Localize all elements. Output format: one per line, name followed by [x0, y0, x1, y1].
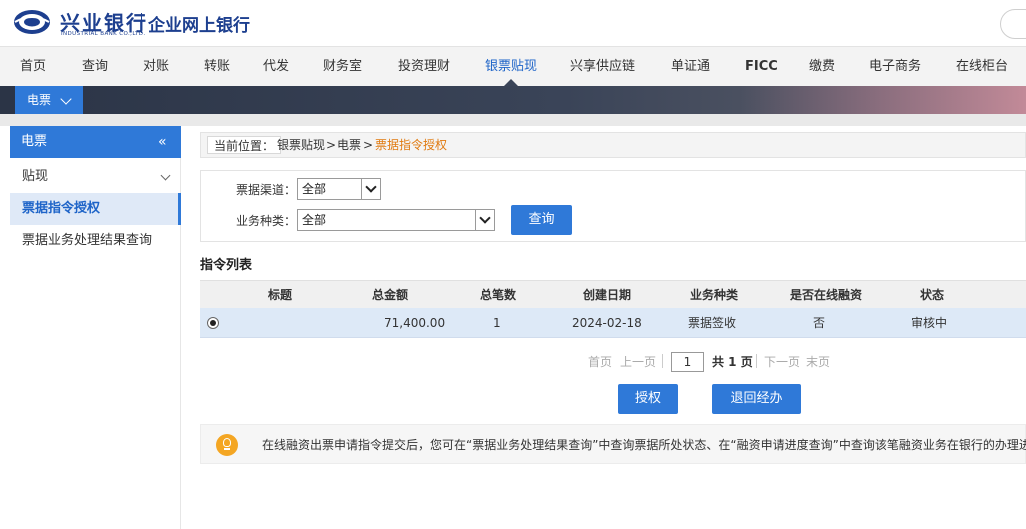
notice-text: 在线融资出票申请指令提交后，您可在“票据业务处理结果查询”中查询票据所处状态、在… [262, 438, 1026, 452]
bank-name-en: INDUSTRIAL BANK CO.,LTD. [61, 31, 146, 37]
column-header: 创建日期 [583, 288, 632, 302]
chevron-down-icon [475, 210, 494, 230]
breadcrumb-separator: > [326, 138, 337, 152]
notice-panel: 在线融资出票申请指令提交后，您可在“票据业务处理结果查询”中查询票据所处状态、在… [200, 424, 1026, 464]
pager-total: 共 1 页 [712, 355, 753, 369]
chevron-down-icon [60, 93, 72, 105]
submenu-band [0, 86, 1026, 114]
submenu-label: 电票 [27, 93, 52, 107]
pager-prev-label: 上一页 [620, 355, 657, 369]
authorize-button[interactable]: 授权 [618, 384, 678, 414]
sidebar-title: 电票 [21, 134, 48, 149]
lightbulb-icon [216, 434, 238, 456]
cell-count: 1 [493, 316, 501, 330]
return-button[interactable]: 退回经办 [712, 384, 801, 414]
page-number-input[interactable]: 1 [671, 352, 704, 372]
pager-next-label: 下一页 [764, 355, 801, 369]
cell-online-financing: 否 [813, 316, 826, 330]
breadcrumb-separator: > [363, 138, 374, 152]
nav-item-ecommerce[interactable]: 电子商务 [869, 47, 921, 87]
list-title: 指令列表 [200, 258, 253, 273]
pager-last[interactable]: 末页 [806, 353, 830, 371]
type-select-value: 全部 [302, 213, 327, 227]
channel-select-value: 全部 [302, 182, 327, 196]
nav-item-reconcile[interactable]: 对账 [143, 47, 169, 87]
bank-logo-icon [14, 10, 50, 34]
breadcrumb-current: 票据指令授权 [375, 138, 448, 152]
nav-item-investment[interactable]: 投资理财 [398, 47, 450, 87]
portal-name: 企业网上银行 [148, 16, 250, 36]
divider-strip [0, 114, 1026, 126]
column-header: 总金额 [372, 288, 409, 302]
pager-first-label: 首页 [588, 355, 613, 369]
column-header: 业务种类 [690, 288, 739, 302]
filter-panel: 票据渠道： 全部 业务种类： 全部 查询 [200, 170, 1026, 242]
pager-divider [662, 354, 663, 368]
pager-first[interactable]: 首页 [588, 353, 612, 371]
chevron-down-icon [361, 179, 380, 199]
sidebar-item-label: 票据业务处理结果查询 [22, 233, 153, 248]
sidebar: 电票 « 贴现 票据指令授权 票据业务处理结果查询 [10, 126, 181, 529]
breadcrumb-link-eticket[interactable]: 电票 [337, 133, 361, 157]
column-header: 是否在线融资 [790, 288, 863, 302]
breadcrumb-label: 当前位置： [207, 136, 282, 154]
channel-label: 票据渠道： [236, 183, 297, 197]
sidebar-item-authorization[interactable]: 票据指令授权 [10, 193, 181, 225]
column-header: 标题 [268, 288, 293, 302]
breadcrumb-link-discount[interactable]: 银票贴现 [277, 133, 325, 157]
type-select[interactable]: 全部 [297, 209, 495, 231]
pager-divider [756, 354, 757, 368]
cell-type: 票据签收 [688, 316, 737, 330]
pager-last-label: 末页 [806, 355, 831, 369]
table-row[interactable]: 71,400.00 1 2024-02-18 票据签收 否 审核中 [200, 308, 1026, 338]
nav-item-ficc[interactable]: FICC [745, 47, 778, 87]
column-header: 状态 [920, 288, 945, 302]
table-header: 标题 总金额 总笔数 创建日期 业务种类 是否在线融资 状态 [200, 280, 1026, 308]
nav-item-home[interactable]: 首页 [20, 47, 46, 87]
sidebar-item-label: 贴现 [22, 169, 49, 184]
query-button[interactable]: 查询 [511, 205, 572, 235]
breadcrumb: 当前位置： 银票贴现 > 电票 > 票据指令授权 [200, 132, 1026, 158]
main-nav: 首页 查询 对账 转账 代发 财务室 投资理财 银票贴现 兴享供应链 单证通 F… [0, 46, 1026, 86]
submenu-dropdown[interactable]: 电票 [15, 86, 83, 114]
sidebar-header: 电票 [10, 126, 181, 158]
collapse-icon[interactable]: « [158, 126, 167, 158]
channel-select[interactable]: 全部 [297, 178, 381, 200]
search-button[interactable] [1000, 9, 1026, 39]
nav-item-online-counter[interactable]: 在线柜台 [956, 47, 1008, 87]
pager-next[interactable]: 下一页 [764, 353, 800, 371]
cell-amount: 71,400.00 [384, 316, 446, 330]
nav-item-finance[interactable]: 财务室 [323, 47, 362, 87]
type-label: 业务种类： [236, 214, 297, 228]
row-radio[interactable] [207, 317, 219, 329]
nav-item-supply-chain[interactable]: 兴享供应链 [570, 47, 635, 87]
nav-item-query[interactable]: 查询 [82, 47, 108, 87]
logo-divider [141, 13, 142, 33]
cell-date: 2024-02-18 [572, 316, 642, 330]
nav-item-payroll[interactable]: 代发 [263, 47, 289, 87]
sidebar-item-result-query[interactable]: 票据业务处理结果查询 [10, 225, 181, 257]
nav-item-payment[interactable]: 缴费 [809, 47, 835, 87]
cell-status: 审核中 [911, 316, 948, 330]
nav-item-transfer[interactable]: 转账 [204, 47, 230, 87]
sidebar-item-label: 票据指令授权 [22, 201, 101, 216]
active-nav-caret [504, 79, 518, 86]
sidebar-item-discount[interactable]: 贴现 [10, 161, 181, 193]
header: 兴业银行 INDUSTRIAL BANK CO.,LTD. 企业网上银行 [0, 0, 1026, 46]
chevron-down-icon [160, 170, 171, 181]
pager-prev[interactable]: 上一页 [620, 353, 656, 371]
column-header: 总笔数 [480, 288, 517, 302]
nav-item-documents[interactable]: 单证通 [671, 47, 710, 87]
